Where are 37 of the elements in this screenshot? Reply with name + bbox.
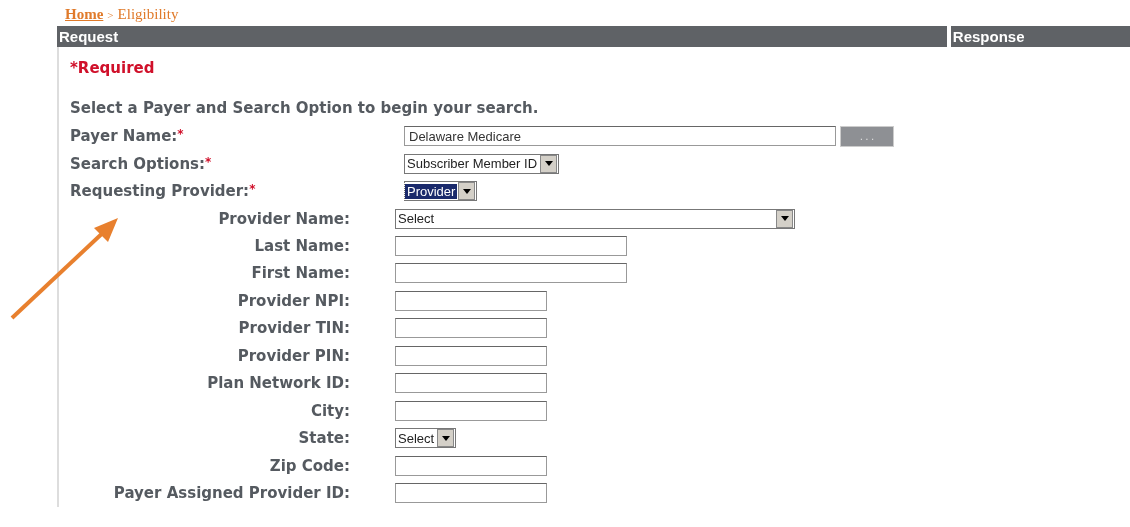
required-mark: * [249,182,256,197]
input-field[interactable] [395,345,547,366]
input-field[interactable] [395,455,547,476]
field-label: First Name: [250,264,350,283]
field-label: State: [297,429,350,448]
field-label: Last Name: [253,237,350,255]
field-label: Provider NPI: [236,291,350,310]
response-header: Response [950,26,1130,47]
request-header: Request [57,26,947,47]
payer-name-field[interactable]: Delaware Medicare [404,126,836,147]
input-field[interactable] [395,290,547,311]
required-note: *Required [70,59,156,79]
field-label: City: [309,401,350,420]
select-field[interactable]: Select [395,208,795,229]
select-field[interactable]: Provider [404,181,478,202]
select-field[interactable]: Select [395,428,457,449]
field-label: Payer Name:* [70,127,185,146]
input-field[interactable] [395,373,547,394]
field-label: Provider Name: [217,209,350,228]
input-field[interactable] [395,483,547,504]
field-label: Search Options:* [70,154,213,173]
input-field[interactable] [395,400,547,421]
input-field[interactable] [395,263,627,284]
field-label: Plan Network ID: [206,374,350,393]
breadcrumb-separator: > [107,9,114,21]
input-field[interactable] [395,236,627,256]
field-label: Payer Assigned Provider ID: [112,484,350,503]
select-field[interactable]: Subscriber Member ID [404,153,560,174]
required-mark: * [205,154,212,169]
breadcrumb-current: Eligibility [117,6,179,23]
required-mark: * [177,127,184,142]
instruction-text: Select a Payer and Search Option to begin your search. [70,99,540,120]
field-label: Zip Code: [268,456,350,475]
field-label: Provider PIN: [236,346,350,365]
field-label: Requesting Provider:* [70,182,257,201]
input-field[interactable] [395,318,547,339]
field-label: Provider TIN: [237,319,350,338]
